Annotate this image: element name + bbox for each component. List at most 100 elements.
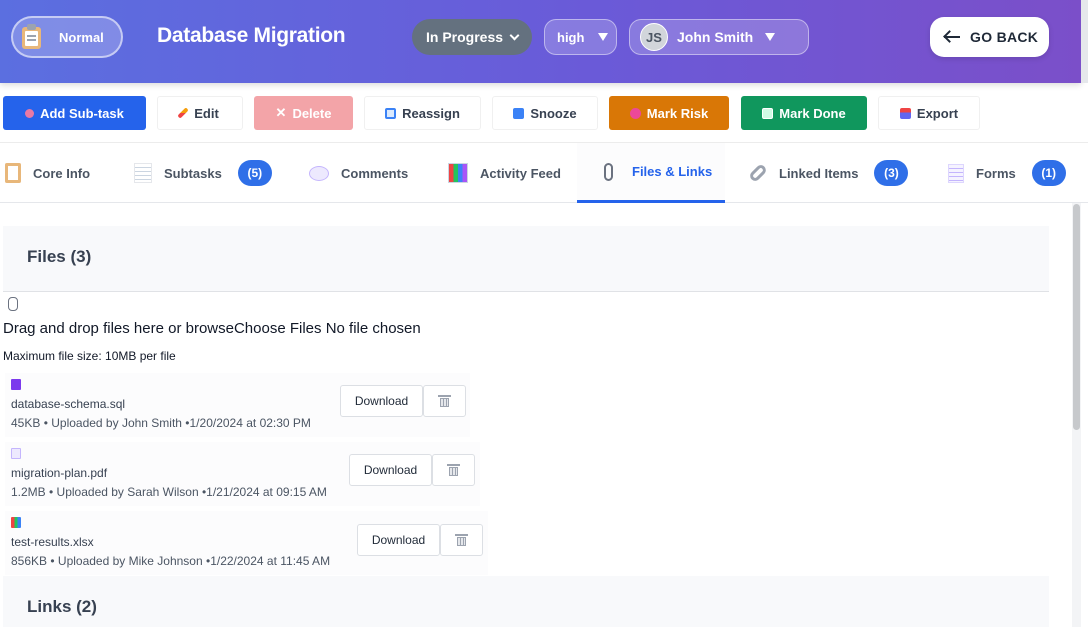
download-button[interactable]: Download [357,524,440,556]
link-icon [748,163,768,183]
file-input-status: No file chosen [325,320,421,337]
warning-icon [629,107,641,119]
paperclip-icon [604,162,613,181]
priority-value: high [557,29,585,45]
chevron-down-icon [509,30,520,40]
clipboard-icon [5,163,21,183]
delete-label: Delete [292,105,332,121]
tab-label: Files & Links [632,164,713,179]
file-name: database-schema.sql [11,397,126,411]
forms-count-badge: (1) [1031,160,1066,186]
download-button[interactable]: Download [349,454,432,486]
tab-comments[interactable]: Comments [309,143,408,203]
arrow-left-icon [942,29,962,45]
pencil-icon [177,107,189,119]
mark-done-button[interactable]: Mark Done [741,96,867,130]
tab-subtasks[interactable]: Subtasks (5) [134,143,272,203]
tab-core-info[interactable]: Core Info [5,143,90,203]
task-type-pill[interactable]: Normal [11,16,123,58]
links-heading: Links (2) [27,597,97,616]
tab-label: Linked Items [779,165,859,181]
edit-label: Edit [194,105,219,121]
edit-button[interactable]: Edit [157,96,243,130]
tab-label: Core Info [33,165,91,181]
header-edge [1081,0,1088,83]
trash-icon [438,395,451,407]
subtasks-count-badge: (5) [237,160,272,186]
max-file-size-note: Maximum file size: 10MB per file [3,349,176,363]
x-icon: ✕ [275,105,287,120]
file-item: database-schema.sql 45KB • Uploaded by J… [5,373,470,437]
check-icon [762,107,774,119]
trash-icon [455,534,468,546]
delete-file-button[interactable] [423,385,466,417]
tab-label: Subtasks [164,165,222,181]
tab-label: Activity Feed [480,165,561,181]
snooze-label: Snooze [530,105,577,121]
mark-done-label: Mark Done [779,105,846,121]
add-subtask-label: Add Sub-task [40,105,124,121]
paperclip-icon [8,297,18,311]
caret-down-icon [598,33,609,41]
go-back-label: GO BACK [970,29,1039,45]
priority-dropdown[interactable]: high [544,19,617,55]
status-value: In Progress [426,29,504,45]
pdf-icon [11,448,21,459]
choose-files-button[interactable]: Choose Files [234,320,322,337]
export-label: Export [916,105,959,121]
file-meta: 1.2MB • Uploaded by Sarah Wilson •1/21/2… [11,485,327,499]
avatar: JS [640,23,668,51]
speech-bubble-icon [309,165,329,181]
delete-file-button[interactable] [432,454,475,486]
trash-icon [447,464,460,476]
tab-activity-feed[interactable]: Activity Feed [448,143,561,203]
action-toolbar: Add Sub-task Edit ✕ Delete Reassign Snoo… [0,94,1088,132]
document-icon [948,163,964,183]
links-section-header: Links (2) [3,576,1049,627]
assignee-name: John Smith [677,29,754,45]
tab-label: Forms [976,165,1016,181]
file-name: migration-plan.pdf [11,466,108,480]
repeat-icon [385,107,397,119]
database-icon [11,379,21,390]
tab-files-links[interactable]: Files & Links [577,143,725,203]
linked-items-count-badge: (3) [874,160,909,186]
export-button[interactable]: Export [878,96,980,130]
export-icon [899,107,911,119]
file-item: migration-plan.pdf 1.2MB • Uploaded by S… [5,442,480,506]
task-header: Normal Database Migration In Progress hi… [0,0,1081,83]
plus-icon [25,108,35,118]
files-section-header: Files (3) [3,226,1049,292]
tab-linked-items[interactable]: Linked Items (3) [748,143,909,203]
file-drop-zone[interactable]: Drag and drop files here or browseChoose… [3,320,421,337]
file-meta: 856KB • Uploaded by Mike Johnson •1/22/2… [11,554,331,568]
tab-bar: Core Info Subtasks (5) Comments Activity… [0,142,1088,203]
task-type-label: Normal [59,29,104,45]
files-heading: Files (3) [27,247,92,266]
file-item: test-results.xlsx 856KB • Uploaded by Mi… [5,511,488,575]
status-dropdown[interactable]: In Progress [412,19,532,55]
delete-file-button[interactable] [440,524,483,556]
pause-icon [513,107,525,119]
reassign-button[interactable]: Reassign [364,96,481,130]
mark-risk-button[interactable]: Mark Risk [609,96,729,130]
add-subtask-button[interactable]: Add Sub-task [3,96,146,130]
bar-chart-icon [448,163,468,183]
memo-icon [134,163,152,183]
clipboard-icon [21,24,43,50]
mark-risk-label: Mark Risk [646,105,709,121]
caret-down-icon [765,33,776,41]
tab-label: Comments [341,165,409,181]
delete-button[interactable]: ✕ Delete [254,96,353,130]
drop-zone-text: Drag and drop files here or browse [3,320,234,337]
reassign-label: Reassign [402,105,460,121]
file-name: test-results.xlsx [11,535,94,549]
tab-forms[interactable]: Forms (1) [948,143,1066,203]
spreadsheet-icon [11,517,21,528]
download-button[interactable]: Download [340,385,423,417]
assignee-dropdown[interactable]: JS John Smith [629,19,809,55]
snooze-button[interactable]: Snooze [492,96,598,130]
scrollbar-thumb[interactable] [1073,204,1080,430]
go-back-button[interactable]: GO BACK [930,17,1049,57]
file-meta: 45KB • Uploaded by John Smith •1/20/2024… [11,416,311,430]
